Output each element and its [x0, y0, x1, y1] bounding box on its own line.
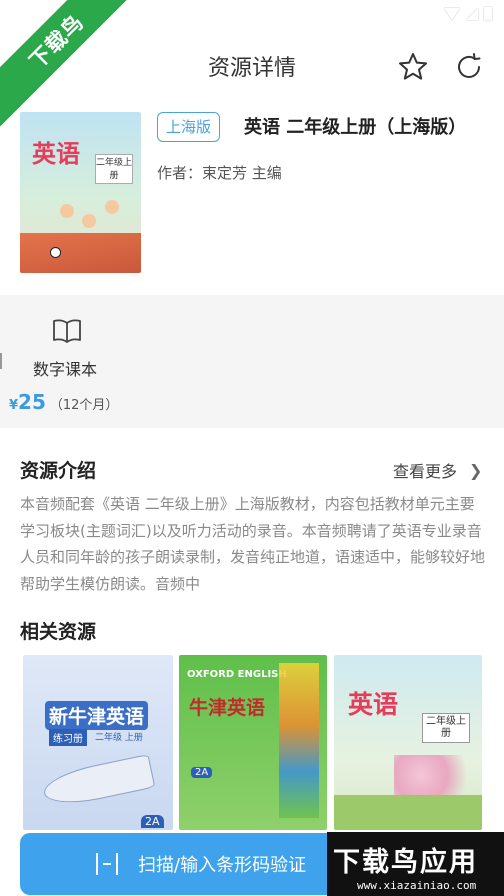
cover-trees-illustration [394, 755, 482, 795]
edition-badge: 上海版 [157, 112, 220, 142]
product-price: ¥25 （12个月） [9, 390, 118, 414]
related-cover-title: 新牛津英语 [45, 701, 149, 730]
cover-running-track [20, 233, 141, 273]
price-period: （12个月） [49, 398, 119, 413]
related-resource-item[interactable]: 新牛津英语 练习册 二年级 上册 2A [23, 655, 173, 830]
watermark-main-text: 下载鸟应用 [333, 847, 478, 878]
related-cover-title: 牛津英语 [189, 697, 266, 719]
bottom-watermark: 下载鸟应用 www.xiazainiao.com [327, 832, 504, 896]
related-resource-item[interactable]: OXFORD ENGLISH 牛津英语 2A [179, 655, 327, 830]
related-cover-title: 英语 [348, 690, 399, 719]
scan-frame-icon [96, 853, 118, 875]
related-cover-top-text: OXFORD ENGLISH [187, 669, 287, 680]
chevron-right-icon[interactable]: ❯ [469, 461, 482, 480]
status-icons [444, 7, 492, 20]
book-author: 作者：束定芳 主编 [157, 164, 282, 182]
favorite-star-icon[interactable] [397, 51, 429, 83]
cover-child-figure [105, 200, 119, 214]
intro-section-title: 资源介绍 [20, 460, 97, 482]
see-more-link[interactable]: 查看更多 [393, 458, 457, 482]
book-cover-grade-tag: 二年级上册 [95, 154, 133, 184]
price-amount: 25 [18, 390, 46, 414]
price-currency: ¥ [9, 398, 19, 413]
related-cover-edition: 2A [191, 767, 213, 778]
related-cover-subtitle: 练习册 [49, 729, 87, 746]
letter-e-decoration [279, 663, 319, 818]
book-cover-title: 英语 [32, 139, 80, 168]
rocket-illustration [40, 753, 156, 811]
signal-icon [466, 7, 478, 20]
wifi-icon [444, 7, 460, 20]
book-title: 英语 二年级上册（上海版） [244, 117, 467, 138]
intro-description: 本音频配套《英语 二年级上册》上海版教材，内容包括教材单元主要学习板块(主题词汇… [20, 495, 486, 593]
cover-child-figure [82, 214, 96, 228]
related-resource-item[interactable]: 英语 二年级上册 [334, 655, 482, 830]
product-label: 数字课本 [33, 360, 98, 379]
related-cover-grade-tag: 二年级上册 [422, 713, 470, 743]
cover-ball [50, 247, 61, 258]
scan-verify-label: 扫描/输入条形码验证 [138, 855, 307, 876]
book-cover: 英语 二年级上册 [20, 112, 141, 273]
cover-child-figure [60, 204, 74, 218]
related-cover-grade: 二年级 上册 [95, 733, 143, 743]
refresh-icon[interactable] [453, 51, 485, 83]
battery-icon [484, 7, 492, 20]
cover-ground-illustration [334, 795, 482, 830]
related-section-title: 相关资源 [20, 621, 97, 643]
related-cover-edition: 2A [141, 815, 164, 828]
card-edge-marker [0, 353, 2, 369]
watermark-url: www.xiazainiao.com [357, 879, 477, 892]
open-book-icon [53, 319, 81, 343]
